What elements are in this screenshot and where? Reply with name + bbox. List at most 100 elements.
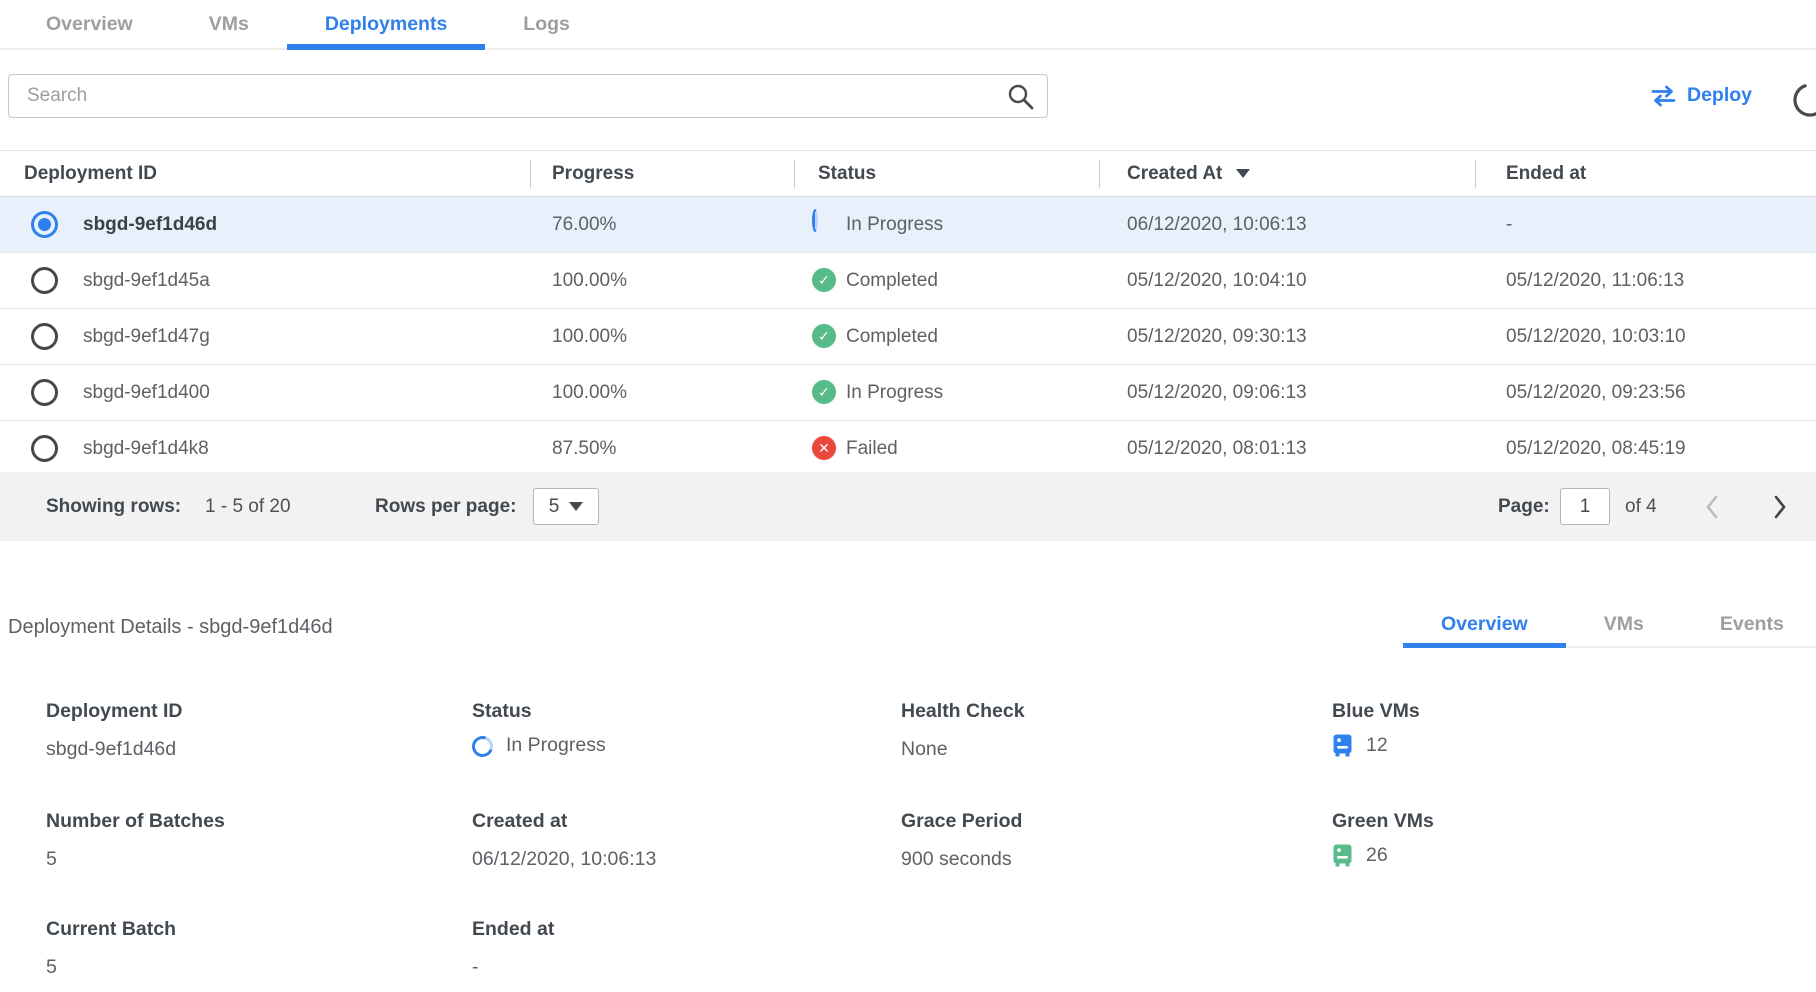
chevron-down-icon [569, 502, 583, 511]
table-row[interactable]: sbgd-9ef1d4k8 87.50% Failed 05/12/2020, … [0, 421, 1816, 477]
showing-rows-value: 1 - 5 of 20 [205, 472, 291, 541]
radio-button[interactable] [31, 267, 58, 294]
blue-vm-icon [1332, 734, 1353, 757]
status-text: In Progress [506, 734, 606, 757]
rows-per-page-value: 5 [549, 496, 560, 518]
search-input[interactable] [9, 75, 1047, 117]
detail-value-health-check: None [901, 738, 948, 761]
swap-arrows-icon [1650, 85, 1677, 107]
check-circle-icon [812, 268, 836, 292]
column-divider [530, 160, 531, 188]
column-divider [1099, 160, 1100, 188]
status-cell: In Progress [846, 197, 943, 252]
table-footer: Showing rows: 1 - 5 of 20 Rows per page:… [0, 472, 1816, 541]
status-cell: In Progress [846, 365, 943, 420]
progress-cell: 100.00% [552, 253, 627, 308]
rows-per-page-select[interactable]: 5 [533, 488, 599, 525]
deployment-id-cell: sbgd-9ef1d400 [83, 365, 210, 420]
tab-deployments[interactable]: Deployments [287, 0, 485, 48]
page-label: Page: [1498, 472, 1550, 541]
table-header: Deployment ID Progress Status Created At… [0, 150, 1816, 197]
tab-label: Deployments [325, 13, 447, 35]
radio-button[interactable] [31, 323, 58, 350]
details-tab-vms[interactable]: VMs [1566, 602, 1682, 646]
tab-overview[interactable]: Overview [8, 0, 171, 48]
detail-label-status: Status [472, 700, 532, 723]
detail-label-green-vms: Green VMs [1332, 810, 1434, 833]
refresh-icon[interactable] [1790, 80, 1816, 120]
details-title: Deployment Details - sbgd-9ef1d46d [8, 616, 333, 639]
check-circle-icon [812, 324, 836, 348]
detail-value-deployment-id: sbgd-9ef1d46d [46, 738, 176, 761]
search-icon[interactable] [1007, 83, 1035, 111]
column-divider [794, 160, 795, 188]
radio-button[interactable] [31, 211, 58, 238]
ended-at-cell: - [1506, 197, 1512, 252]
details-tab-overview[interactable]: Overview [1403, 602, 1566, 646]
detail-value-created-at: 06/12/2020, 10:06:13 [472, 848, 656, 871]
column-header-progress: Progress [552, 151, 634, 196]
table-row[interactable]: sbgd-9ef1d400 100.00% In Progress 05/12/… [0, 365, 1816, 421]
detail-value-green-vms: 26 [1332, 844, 1388, 867]
deploy-label: Deploy [1687, 84, 1752, 107]
rows-per-page-label: Rows per page: [375, 472, 516, 541]
table-row[interactable]: sbgd-9ef1d46d 76.00% In Progress 06/12/2… [0, 197, 1816, 253]
deployment-id-cell: sbgd-9ef1d46d [83, 197, 217, 252]
tab-logs[interactable]: Logs [485, 0, 608, 48]
green-vm-icon [1332, 844, 1353, 867]
deployment-id-cell: sbgd-9ef1d45a [83, 253, 210, 308]
column-header-label: Created At [1127, 151, 1222, 196]
detail-label-created-at: Created at [472, 810, 567, 833]
progress-cell: 100.00% [552, 365, 627, 420]
column-header-ended-at: Ended at [1506, 151, 1586, 196]
tab-label: VMs [1604, 613, 1644, 635]
blue-vms-count: 12 [1366, 734, 1388, 757]
detail-label-grace-period: Grace Period [901, 810, 1022, 833]
deployments-page: Overview VMs Deployments Logs Deploy Dep… [0, 0, 1816, 992]
check-circle-icon [812, 380, 836, 404]
detail-value-number-of-batches: 5 [46, 848, 57, 871]
tab-vms[interactable]: VMs [171, 0, 287, 48]
main-tab-bar: Overview VMs Deployments Logs [0, 0, 1816, 50]
next-page-button[interactable] [1772, 494, 1788, 520]
created-at-cell: 05/12/2020, 10:04:10 [1127, 253, 1307, 308]
status-cell: Failed [846, 421, 898, 476]
deploy-button[interactable]: Deploy [1650, 84, 1752, 107]
column-divider [1475, 160, 1476, 188]
table-row[interactable]: sbgd-9ef1d47g 100.00% Completed 05/12/20… [0, 309, 1816, 365]
page-total: of 4 [1625, 472, 1657, 541]
column-header-status: Status [818, 151, 876, 196]
status-cell: Completed [846, 309, 938, 364]
active-tab-underline [287, 44, 485, 50]
detail-label-health-check: Health Check [901, 700, 1025, 723]
created-at-cell: 05/12/2020, 09:30:13 [1127, 309, 1307, 364]
table-row[interactable]: sbgd-9ef1d45a 100.00% Completed 05/12/20… [0, 253, 1816, 309]
tab-label: Logs [523, 13, 570, 35]
spinner-icon [812, 212, 818, 230]
tab-label: VMs [209, 13, 249, 35]
radio-button[interactable] [31, 435, 58, 462]
detail-value-status: In Progress [472, 734, 606, 757]
column-header-created-at[interactable]: Created At [1127, 151, 1250, 196]
ended-at-cell: 05/12/2020, 10:03:10 [1506, 309, 1686, 364]
ended-at-cell: 05/12/2020, 11:06:13 [1506, 253, 1684, 308]
table-body: sbgd-9ef1d46d 76.00% In Progress 06/12/2… [0, 197, 1816, 477]
progress-cell: 76.00% [552, 197, 616, 252]
page-input[interactable] [1560, 488, 1610, 525]
detail-label-current-batch: Current Batch [46, 918, 176, 941]
tab-label: Events [1720, 613, 1784, 635]
green-vms-count: 26 [1366, 844, 1388, 867]
search-box [8, 74, 1048, 118]
details-tab-events[interactable]: Events [1682, 602, 1816, 646]
deployment-id-cell: sbgd-9ef1d47g [83, 309, 210, 364]
status-cell: Completed [846, 253, 938, 308]
detail-label-ended-at: Ended at [472, 918, 554, 941]
detail-label-blue-vms: Blue VMs [1332, 700, 1420, 723]
created-at-cell: 05/12/2020, 08:01:13 [1127, 421, 1307, 476]
column-header-deployment-id: Deployment ID [24, 151, 157, 196]
prev-page-button[interactable] [1704, 494, 1720, 520]
deployment-id-cell: sbgd-9ef1d4k8 [83, 421, 209, 476]
progress-cell: 100.00% [552, 309, 627, 364]
details-tab-bar: Overview VMs Events [1403, 602, 1816, 648]
radio-button[interactable] [31, 379, 58, 406]
